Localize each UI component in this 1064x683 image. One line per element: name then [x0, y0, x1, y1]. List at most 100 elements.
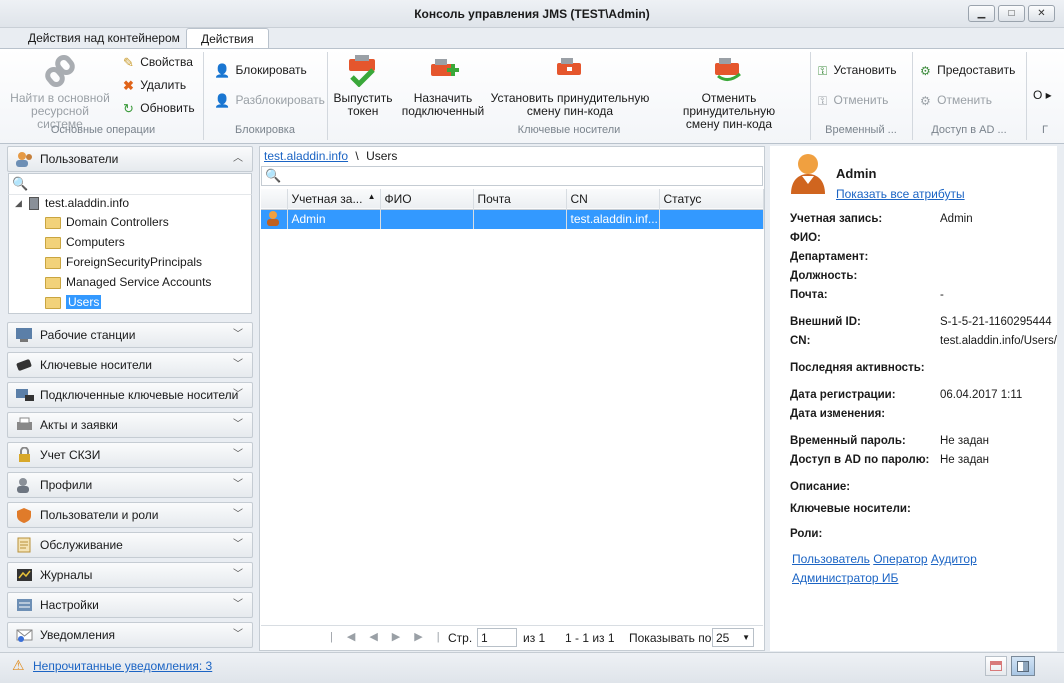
- chevron-down-icon: ﹀: [233, 389, 243, 400]
- cancel-ad-access-button[interactable]: ⚙ Отменить: [920, 92, 992, 109]
- roles-list: Пользователь Оператор Аудитор Администра…: [792, 550, 992, 588]
- page-input[interactable]: 1: [477, 628, 517, 647]
- properties-button[interactable]: ✎ Свойства: [123, 54, 193, 71]
- table-row[interactable]: Admin test.aladdin.inf...: [261, 209, 764, 229]
- assign-connected-button[interactable]: Назначить подключенный: [398, 92, 488, 118]
- layout-horizontal-icon[interactable]: [985, 656, 1007, 676]
- properties-icon: ✎: [123, 54, 134, 70]
- tree-root[interactable]: test.aladdin.info: [29, 196, 129, 211]
- panel-users[interactable]: Пользователи ︿: [7, 146, 253, 172]
- panel-profiles[interactable]: Профили ﹀: [7, 472, 253, 498]
- panel-skzi-accounting[interactable]: Учет СКЗИ ﹀: [7, 442, 253, 468]
- group-separator: [203, 52, 204, 140]
- delete-button[interactable]: ✖ Удалить: [123, 77, 186, 94]
- minimize-button[interactable]: ▁: [968, 5, 995, 22]
- chevron-down-icon: ﹀: [233, 479, 243, 490]
- block-button[interactable]: 👤 Блокировать: [214, 62, 307, 79]
- label-department: Департамент:: [790, 251, 869, 263]
- shield-icon: [15, 507, 35, 523]
- ribbon-more-icon[interactable]: O ▸: [1033, 88, 1052, 102]
- per-page-label: Показывать по: [629, 631, 712, 645]
- label-ad-password-access: Доступ в AD по паролю:: [790, 454, 930, 466]
- unblock-button[interactable]: 👤 Разблокировать: [214, 92, 325, 109]
- label-temp-password: Временный пароль:: [790, 435, 906, 447]
- grant-ad-access-button[interactable]: ⚙ Предоставить: [920, 62, 1015, 79]
- warning-icon: ⚠: [12, 657, 25, 673]
- role-link-operator[interactable]: Оператор: [873, 552, 927, 566]
- label-registered: Дата регистрации:: [790, 389, 896, 401]
- window-title: Консоль управления JMS (TEST\Admin): [414, 7, 650, 21]
- column-header-account[interactable]: Учетная за... ▲: [287, 189, 381, 209]
- panel-settings[interactable]: Настройки ﹀: [7, 592, 253, 618]
- prev-page-icon[interactable]: ◀: [369, 631, 391, 643]
- tab-actions[interactable]: Действия: [186, 28, 269, 50]
- search-icon: 🔍: [12, 176, 29, 191]
- first-page-icon[interactable]: |◀: [330, 631, 369, 643]
- lock-icon: [15, 446, 35, 463]
- tree-item-domain-controllers[interactable]: Domain Controllers: [45, 215, 169, 229]
- range-label: 1 - 1 из 1: [565, 631, 615, 645]
- chevron-down-icon: ﹀: [233, 539, 243, 550]
- tree-item-computers[interactable]: Computers: [45, 235, 125, 249]
- label-position: Должность:: [790, 270, 858, 282]
- panel-workstations[interactable]: Рабочие станции ﹀: [7, 322, 253, 348]
- column-header-cn[interactable]: CN: [566, 189, 660, 209]
- panel-notifications[interactable]: Уведомления ﹀: [7, 622, 253, 648]
- tree-item-users[interactable]: Users: [45, 295, 102, 309]
- unread-notifications-link[interactable]: Непрочитанные уведомления: 3: [33, 659, 212, 673]
- panel-users-roles[interactable]: Пользователи и роли ﹀: [7, 502, 253, 528]
- tree-item-managed-service-accounts[interactable]: Managed Service Accounts: [45, 275, 211, 289]
- role-link-user[interactable]: Пользователь: [792, 552, 870, 566]
- tab-container-actions[interactable]: Действия над контейнером: [14, 28, 194, 49]
- value-mail: -: [940, 289, 944, 301]
- force-pin-change-button[interactable]: Установить принудительную смену пин-кода: [490, 92, 650, 118]
- value-external-id: S-1-5-21-1160295444: [940, 316, 1052, 328]
- tree-item-foreign-security-principals[interactable]: ForeignSecurityPrincipals: [45, 255, 202, 269]
- group-label-basic: Основные операции: [50, 124, 156, 136]
- chevron-down-icon: ﹀: [233, 629, 243, 640]
- role-link-auditor[interactable]: Аудитор: [931, 552, 977, 566]
- set-temp-password-button[interactable]: ⚿ Установить: [818, 62, 896, 79]
- layout-vertical-icon[interactable]: [1011, 656, 1035, 676]
- user-unblock-icon: 👤: [214, 92, 231, 108]
- profile-icon: [15, 477, 35, 493]
- chevron-up-icon[interactable]: ︿: [233, 147, 243, 171]
- show-all-attributes-link[interactable]: Показать все атрибуты: [836, 187, 965, 201]
- panel-acts-requests[interactable]: Акты и заявки ﹀: [7, 412, 253, 438]
- close-button[interactable]: ✕: [1028, 5, 1055, 22]
- column-header-icon: [261, 189, 288, 209]
- list-search-input[interactable]: 🔍: [261, 166, 763, 186]
- domain-icon: [29, 197, 39, 211]
- panel-key-carriers[interactable]: Ключевые носители ﹀: [7, 352, 253, 378]
- maximize-button[interactable]: □: [998, 5, 1025, 22]
- tree-search-bar[interactable]: 🔍: [8, 173, 252, 194]
- ad-grant-icon: ⚙: [920, 63, 931, 78]
- ad-cancel-icon: ⚙: [920, 93, 931, 108]
- user-block-icon: 👤: [214, 62, 231, 78]
- per-page-select[interactable]: 25 ▼: [712, 628, 754, 647]
- issue-token-button[interactable]: Выпустить токен: [330, 92, 396, 118]
- refresh-button[interactable]: ↻ Обновить: [123, 100, 195, 117]
- panel-journals[interactable]: Журналы ﹀: [7, 562, 253, 588]
- role-link-security-admin[interactable]: Администратор ИБ: [792, 571, 898, 585]
- chevron-down-icon: ﹀: [233, 509, 243, 520]
- column-header-status[interactable]: Статус: [659, 189, 764, 209]
- cell-status: [659, 209, 764, 229]
- tree-expand-icon[interactable]: ◢: [15, 198, 22, 209]
- label-external-id: Внешний ID:: [790, 316, 861, 328]
- breadcrumb-link[interactable]: test.aladdin.info: [264, 149, 348, 163]
- folder-icon: [45, 216, 61, 229]
- user-row-icon: [261, 209, 288, 229]
- column-header-fio[interactable]: ФИО: [380, 189, 474, 209]
- label-mail: Почта:: [790, 289, 828, 301]
- column-header-mail[interactable]: Почта: [473, 189, 567, 209]
- panel-connected-key-carriers[interactable]: Подключенные ключевые носители ﹀: [7, 382, 253, 408]
- group-label-block: Блокировка: [235, 124, 295, 136]
- folder-icon: [45, 276, 61, 289]
- cancel-temp-password-button[interactable]: ⚿ Отменить: [818, 92, 888, 109]
- panel-maintenance[interactable]: Обслуживание ﹀: [7, 532, 253, 558]
- label-fio: ФИО:: [790, 232, 821, 244]
- users-icon: [15, 151, 35, 167]
- chevron-down-icon: ﹀: [233, 569, 243, 580]
- next-page-icon[interactable]: ▶: [392, 631, 414, 643]
